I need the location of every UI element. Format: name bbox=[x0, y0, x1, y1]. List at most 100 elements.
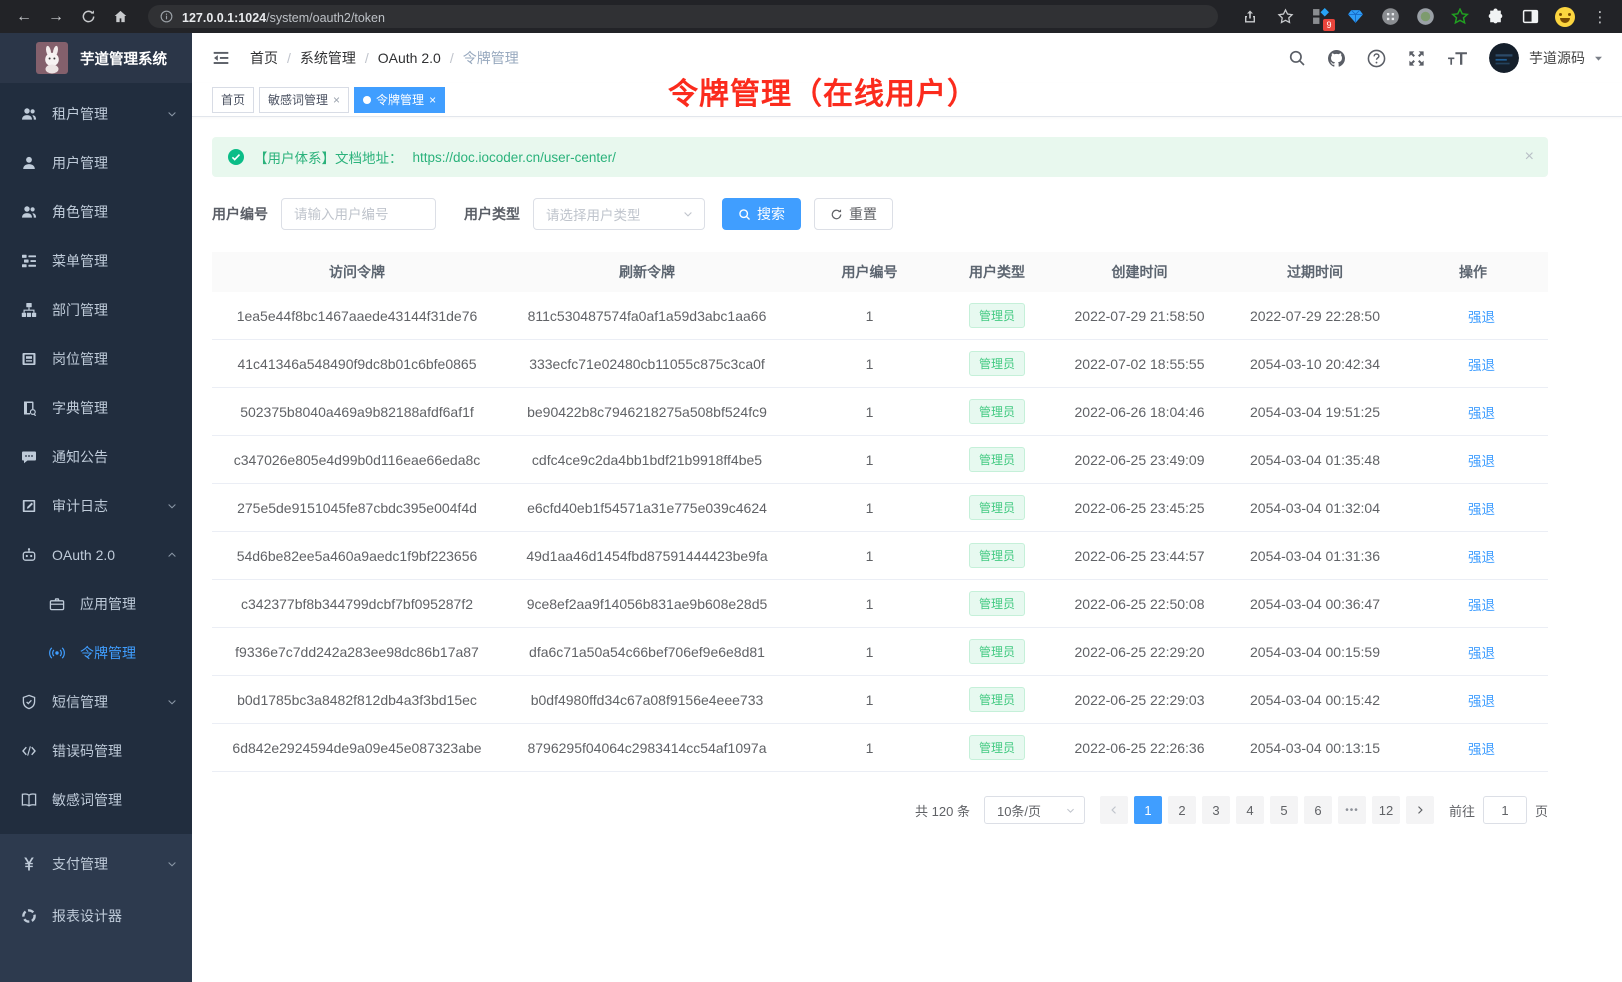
tab-令牌管理[interactable]: 令牌管理× bbox=[354, 87, 445, 113]
tab-close-icon[interactable]: × bbox=[333, 93, 340, 107]
user-type-select[interactable]: 请选择用户类型 bbox=[533, 198, 705, 230]
user-caret-down-icon[interactable] bbox=[1593, 53, 1604, 64]
sidebar-item-label: OAuth 2.0 bbox=[52, 547, 115, 563]
username[interactable]: 芋道源码 bbox=[1529, 48, 1585, 68]
browser-menu-icon[interactable]: ⋮ bbox=[1590, 7, 1610, 27]
sidebar-toggle-icon[interactable] bbox=[208, 45, 234, 71]
force-logout-button[interactable]: 强退 bbox=[1451, 402, 1495, 422]
home-icon[interactable] bbox=[108, 5, 132, 29]
forward-icon[interactable]: → bbox=[44, 5, 68, 29]
site-info-icon[interactable] bbox=[160, 10, 173, 23]
force-logout-button[interactable]: 强退 bbox=[1451, 738, 1495, 758]
sidebar-item-org[interactable]: 部门管理 bbox=[0, 285, 192, 334]
command-extension-icon[interactable] bbox=[1380, 7, 1400, 27]
page-button-4[interactable]: 4 bbox=[1236, 796, 1264, 824]
breadcrumb-item[interactable]: OAuth 2.0 bbox=[378, 50, 441, 66]
force-logout-button[interactable]: 强退 bbox=[1451, 690, 1495, 710]
force-logout-button[interactable]: 强退 bbox=[1451, 354, 1495, 374]
table-cell-user_id: 1 bbox=[792, 404, 947, 420]
action-label: 强退 bbox=[1468, 738, 1495, 758]
puzzle-extension-icon[interactable] bbox=[1485, 7, 1505, 27]
sidebar-item-menu[interactable]: 菜单管理 bbox=[0, 236, 192, 285]
green-star-extension-icon[interactable] bbox=[1450, 7, 1470, 27]
page-button-6[interactable]: 6 bbox=[1304, 796, 1332, 824]
sidebar-item-badge[interactable]: 岗位管理 bbox=[0, 334, 192, 383]
refresh-icon bbox=[830, 208, 843, 221]
share-icon[interactable] bbox=[1240, 7, 1260, 27]
page-button-2[interactable]: 2 bbox=[1168, 796, 1196, 824]
force-logout-button[interactable]: 强退 bbox=[1451, 450, 1495, 470]
github-icon[interactable] bbox=[1327, 49, 1346, 68]
breadcrumb-item[interactable]: 系统管理 bbox=[300, 48, 356, 68]
force-logout-button[interactable]: 强退 bbox=[1451, 498, 1495, 518]
table-header-cell: 刷新令牌 bbox=[502, 262, 792, 282]
table-cell-created: 2022-06-25 22:29:20 bbox=[1047, 644, 1232, 660]
sidebar-item-users[interactable]: 租户管理 bbox=[0, 89, 192, 138]
address-bar[interactable]: 127.0.0.1:1024/system/oauth2/token bbox=[148, 5, 1218, 28]
sidebar-item-yen[interactable]: 支付管理 bbox=[0, 838, 192, 890]
sidebar-item-token[interactable]: 令牌管理 bbox=[0, 628, 192, 677]
sidebar-item-robot[interactable]: OAuth 2.0 bbox=[0, 530, 192, 579]
sidebar-item-label: 菜单管理 bbox=[52, 251, 108, 271]
app-logo[interactable]: 芋道管理系统 bbox=[0, 33, 192, 83]
prev-page-button[interactable] bbox=[1100, 796, 1128, 824]
tab-首页[interactable]: 首页 bbox=[212, 87, 254, 113]
page-button-5[interactable]: 5 bbox=[1270, 796, 1298, 824]
page-button-3[interactable]: 3 bbox=[1202, 796, 1230, 824]
chevron-down-icon bbox=[166, 696, 178, 708]
sidebar-item-report[interactable]: 报表设计器 bbox=[0, 890, 192, 942]
fullscreen-icon[interactable] bbox=[1407, 49, 1426, 68]
tab-close-icon[interactable]: × bbox=[429, 93, 436, 107]
table-cell-access: 6d842e2924594de9a09e45e087323abe bbox=[212, 740, 502, 756]
table-cell-created: 2022-06-25 22:50:08 bbox=[1047, 596, 1232, 612]
sidebar-item-dict[interactable]: 字典管理 bbox=[0, 383, 192, 432]
force-logout-button[interactable]: 强退 bbox=[1451, 594, 1495, 614]
back-icon[interactable]: ← bbox=[12, 5, 36, 29]
search-icon[interactable] bbox=[1288, 49, 1306, 67]
table-header-cell: 操作 bbox=[1398, 262, 1548, 282]
sidebar-item-code[interactable]: 错误码管理 bbox=[0, 726, 192, 775]
sidebar-panel-icon[interactable] bbox=[1520, 7, 1540, 27]
sidebar-item-app[interactable]: 应用管理 bbox=[0, 579, 192, 628]
user-type-tag: 管理员 bbox=[969, 399, 1025, 424]
goto-page: 前往页 bbox=[1449, 796, 1548, 824]
page-button-12[interactable]: 12 bbox=[1372, 796, 1400, 824]
gem-extension-icon[interactable] bbox=[1345, 7, 1365, 27]
sidebar-item-shield[interactable]: 短信管理 bbox=[0, 677, 192, 726]
user-id-input[interactable] bbox=[281, 198, 436, 230]
sidebar-item-label: 敏感词管理 bbox=[52, 790, 122, 810]
alert-close-icon[interactable]: × bbox=[1525, 148, 1534, 166]
table-row: 1ea5e44f8bc1467aaede43144f31de76811c5304… bbox=[212, 292, 1548, 340]
url-host: 127.0.0.1:1024 bbox=[182, 11, 266, 25]
reset-button[interactable]: 重置 bbox=[814, 198, 893, 230]
breadcrumb-item[interactable]: 首页 bbox=[250, 48, 278, 68]
table-cell-access: c347026e805e4d99b0d116eae66eda8c bbox=[212, 452, 502, 468]
avatar[interactable] bbox=[1489, 43, 1519, 73]
alert-doc-link[interactable]: https://doc.iocoder.cn/user-center/ bbox=[413, 150, 616, 165]
record-extension-icon[interactable] bbox=[1415, 7, 1435, 27]
page-button-1[interactable]: 1 bbox=[1134, 796, 1162, 824]
font-size-icon[interactable] bbox=[1447, 49, 1468, 68]
sidebar-item-bookopen[interactable]: 敏感词管理 bbox=[0, 775, 192, 824]
emoji-extension-icon[interactable] bbox=[1555, 7, 1575, 27]
goto-page-input[interactable] bbox=[1483, 796, 1527, 824]
tab-敏感词管理[interactable]: 敏感词管理× bbox=[259, 87, 349, 113]
sidebar-item-log[interactable]: 审计日志 bbox=[0, 481, 192, 530]
sidebar-item-users[interactable]: 角色管理 bbox=[0, 187, 192, 236]
force-logout-button[interactable]: 强退 bbox=[1451, 306, 1495, 326]
next-page-button[interactable] bbox=[1406, 796, 1434, 824]
chevron-down-icon bbox=[166, 500, 178, 512]
help-icon[interactable] bbox=[1367, 49, 1386, 68]
force-logout-button[interactable]: 强退 bbox=[1451, 642, 1495, 662]
reload-icon[interactable] bbox=[76, 5, 100, 29]
bookmark-star-icon[interactable] bbox=[1275, 7, 1295, 27]
sidebar-item-user[interactable]: 用户管理 bbox=[0, 138, 192, 187]
url-text: 127.0.0.1:1024/system/oauth2/token bbox=[182, 9, 385, 25]
more-pages-icon[interactable]: ••• bbox=[1338, 796, 1366, 824]
sidebar-item-message[interactable]: 通知公告 bbox=[0, 432, 192, 481]
extension-grid-icon[interactable]: 9 bbox=[1310, 7, 1330, 27]
search-button[interactable]: 搜索 bbox=[722, 198, 801, 230]
table-cell-user_id: 1 bbox=[792, 452, 947, 468]
page-size-select[interactable]: 10条/页 bbox=[984, 796, 1085, 824]
force-logout-button[interactable]: 强退 bbox=[1451, 546, 1495, 566]
